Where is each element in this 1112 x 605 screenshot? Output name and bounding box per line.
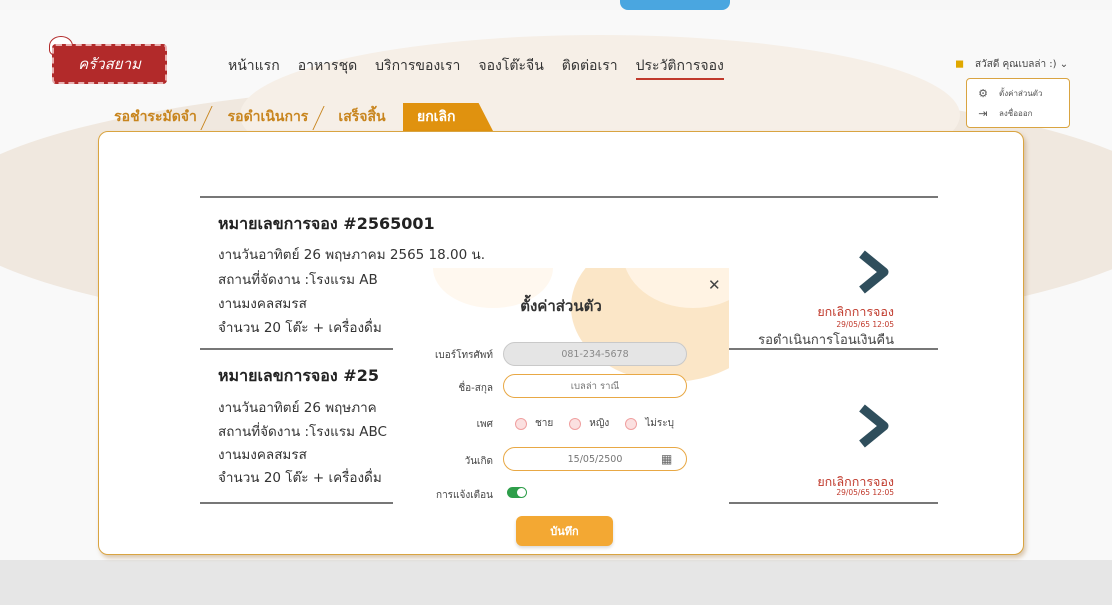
name-field[interactable]: [503, 374, 687, 398]
booking-number: หมายเลขการจอง #2565001: [218, 214, 435, 233]
menu-item-label: ตั้งค่าส่วนตัว: [999, 88, 1043, 98]
radio-label: หญิง: [589, 418, 610, 429]
booking-quantity: จำนวน 20 โต๊ะ + เครื่องดื่ม: [218, 320, 382, 336]
nav-item-contact[interactable]: ติดต่อเรา: [562, 55, 618, 80]
nav-item-home[interactable]: หน้าแรก: [228, 55, 280, 80]
birthday-label: วันเกิด: [464, 456, 493, 467]
booking-venue: สถานที่จัดงาน :โรงแรม ABC: [218, 424, 387, 440]
phone-field[interactable]: [503, 342, 687, 366]
greeting-text: สวัสดี คุณเบลล่า :): [975, 59, 1057, 70]
booking-number: หมายเลขการจอง #25: [218, 366, 379, 385]
radio-circle: [515, 417, 527, 430]
booking-date: งานวันอาทิตย์ 26 พฤษภาคม 2565 18.00 น.: [218, 247, 486, 263]
radio-label: ไม่ระบุ: [645, 418, 674, 429]
user-dropdown-menu: ⚙ ตั้งค่าส่วนตัว ⇥ ลงชื่อออก: [966, 78, 1070, 128]
booking-event-type: งานมงคลสมรส: [218, 447, 307, 463]
booking-quantity: จำนวน 20 โต๊ะ + เครื่องดื่ม: [218, 470, 382, 486]
top-accent-bar: [620, 0, 730, 10]
tab-in-progress[interactable]: รอดำเนินการ: [213, 103, 323, 131]
tab-cancelled[interactable]: ยกเลิก: [403, 103, 493, 131]
gender-label: เพศ: [476, 419, 493, 430]
status-badge: ยกเลิกการจอง: [817, 304, 894, 319]
save-button[interactable]: บันทึก: [516, 516, 613, 546]
bell-icon[interactable]: ◼: [955, 58, 966, 69]
notification-label: การแจ้งเตือน: [436, 490, 493, 501]
phone-label: เบอร์โทรศัพท์: [434, 350, 493, 361]
footer-shade: [0, 560, 1112, 605]
logo-text: ครัวสยาม: [78, 55, 141, 73]
tab-completed[interactable]: เสร็จสิ้น: [326, 103, 398, 131]
refund-status: รอดำเนินการโอนเงินคืน: [758, 333, 894, 348]
nav-item-booking-history[interactable]: ประวัติการจอง: [635, 55, 724, 80]
gear-icon: ⚙: [978, 86, 988, 100]
menu-item-logout[interactable]: ⇥ ลงชื่อออก: [977, 103, 1059, 123]
close-icon[interactable]: ✕: [708, 276, 721, 294]
personal-settings-modal: ✕ ตั้งค่าส่วนตัว เบอร์โทรศัพท์ ชื่อ-สกุล…: [393, 268, 729, 552]
chevron-right-icon[interactable]: [854, 250, 894, 294]
divider: [200, 196, 938, 198]
nav-item-set-menu[interactable]: อาหารชุด: [298, 55, 357, 80]
nav-item-services[interactable]: บริการของเรา: [375, 55, 460, 80]
status-timestamp: 29/05/65 12:05: [836, 488, 894, 497]
menu-item-label: ลงชื่อออก: [999, 108, 1033, 118]
radio-circle: [569, 417, 582, 430]
notification-toggle[interactable]: [507, 487, 527, 498]
main-nav: หน้าแรก อาหารชุด บริการของเรา จองโต๊ะจีน…: [228, 55, 724, 80]
booking-event-type: งานมงคลสมรส: [218, 296, 307, 312]
nav-item-book-table[interactable]: จองโต๊ะจีน: [478, 55, 543, 80]
booking-date: งานวันอาทิตย์ 26 พฤษภาค: [218, 400, 377, 416]
name-label: ชื่อ-สกุล: [458, 383, 493, 394]
status-timestamp: 29/05/65 12:05: [836, 320, 894, 329]
gender-radio-female[interactable]: หญิง: [569, 416, 609, 431]
user-greeting[interactable]: สวัสดี คุณเบลล่า :) ⌄: [975, 57, 1068, 72]
booking-venue: สถานที่จัดงาน :โรงแรม AB: [218, 272, 378, 288]
modal-title: ตั้งค่าส่วนตัว: [520, 297, 602, 315]
gender-radio-unspecified[interactable]: ไม่ระบุ: [625, 416, 674, 431]
birthday-field[interactable]: [503, 447, 687, 471]
tab-awaiting-deposit[interactable]: รอชำระมัดจำ: [108, 103, 203, 131]
toggle-knob: [517, 488, 526, 497]
brand-logo[interactable]: ครัวสยาม: [52, 44, 167, 84]
logout-icon: ⇥: [978, 106, 988, 120]
calendar-icon[interactable]: ▦: [661, 452, 675, 466]
gender-radio-group: ชาย หญิง ไม่ระบุ: [515, 416, 674, 431]
radio-circle: [625, 417, 638, 430]
menu-item-settings[interactable]: ⚙ ตั้งค่าส่วนตัว: [977, 83, 1059, 103]
gender-radio-male[interactable]: ชาย: [515, 416, 553, 431]
radio-label: ชาย: [535, 418, 554, 429]
chevron-down-icon: ⌄: [1059, 59, 1069, 70]
chevron-right-icon[interactable]: [854, 404, 894, 448]
